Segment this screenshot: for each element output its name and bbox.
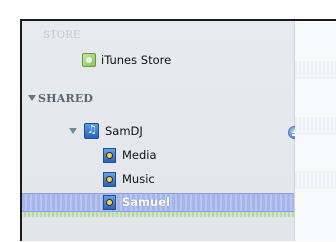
playlist-icon	[103, 171, 116, 187]
shared-library-icon	[84, 123, 99, 139]
sidebar-item-playlist-media[interactable]: Media	[103, 145, 157, 165]
playlist-icon	[103, 147, 116, 163]
itunes-window: STORE iTunes Store SHARED SamDJ Media Mu…	[20, 19, 336, 241]
selection-highlight-edge	[22, 212, 294, 217]
playlist-icon	[103, 194, 116, 210]
sidebar-item-playlist-music[interactable]: Music	[103, 169, 155, 189]
sidebar-item-label: Samuel	[122, 195, 170, 209]
sidebar-item-itunes-store[interactable]: iTunes Store	[82, 50, 171, 70]
sidebar-item-label: iTunes Store	[101, 53, 172, 67]
sidebar-item-playlist-samuel[interactable]: Samuel	[103, 192, 170, 212]
content-row	[295, 61, 336, 79]
shared-section-label: SHARED	[38, 92, 94, 105]
sidebar-item-shared-library-samdj[interactable]: SamDJ	[69, 121, 143, 141]
disclosure-triangle-icon[interactable]	[69, 128, 77, 134]
content-pane	[295, 21, 336, 241]
sidebar-item-label: Music	[122, 172, 155, 186]
store-section-header: STORE	[43, 30, 81, 41]
source-list-sidebar: STORE iTunes Store SHARED SamDJ Media Mu…	[22, 21, 301, 241]
content-row	[295, 171, 336, 189]
content-row	[295, 117, 336, 135]
itunes-store-icon	[82, 53, 96, 67]
shared-section-header[interactable]: SHARED	[28, 92, 93, 105]
sidebar-item-label: SamDJ	[105, 124, 143, 138]
sidebar-item-label: Media	[122, 148, 157, 162]
collapse-triangle-icon	[28, 95, 36, 101]
